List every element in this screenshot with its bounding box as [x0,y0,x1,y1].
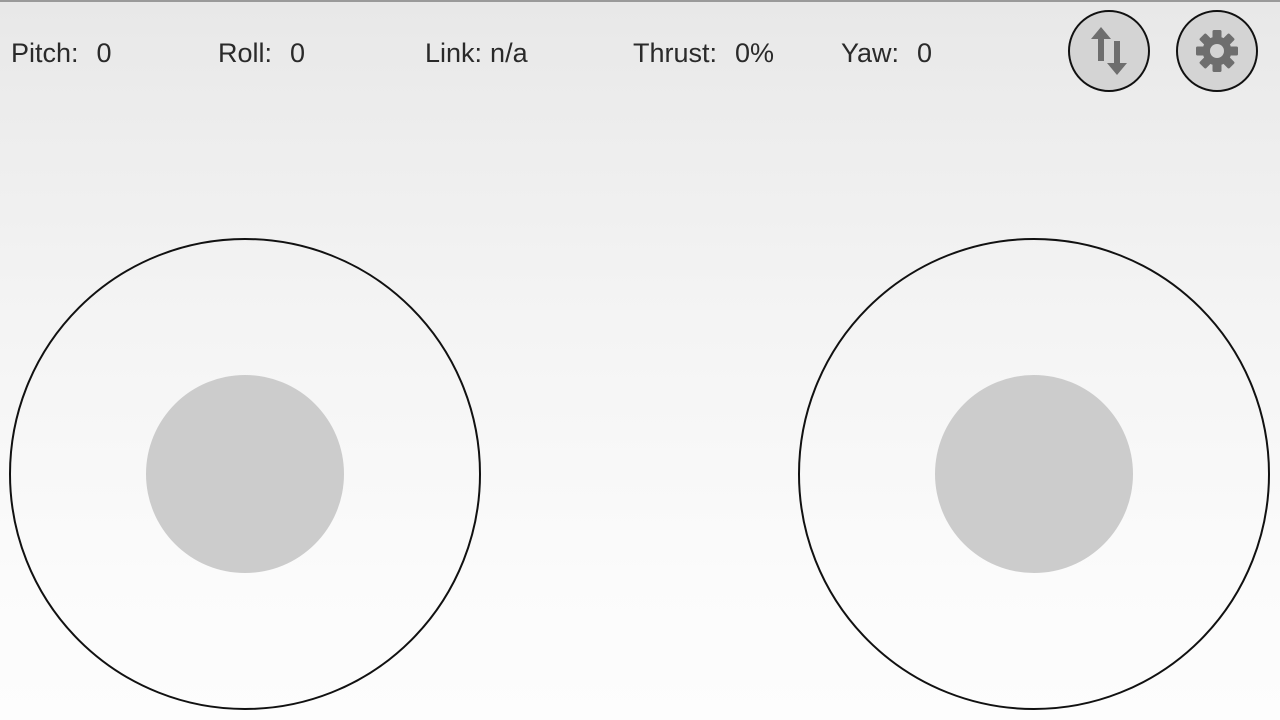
pitch-value: 0 [96,38,112,68]
connect-button[interactable] [1068,10,1150,92]
settings-button[interactable] [1176,10,1258,92]
yaw-readout: Yaw: 0 [841,36,932,70]
roll-label: Roll: [218,38,273,68]
swap-vertical-icon [1091,27,1127,75]
link-value: n/a [490,38,528,68]
left-joystick[interactable] [9,238,481,710]
pitch-label: Pitch: [11,38,79,68]
right-joystick-knob[interactable] [935,375,1133,573]
link-label: Link: [425,38,483,68]
top-divider [0,0,1280,2]
thrust-value: 0% [735,38,775,68]
yaw-label: Yaw: [841,38,900,68]
yaw-value: 0 [917,38,933,68]
link-readout: Link: n/a [425,36,528,70]
pitch-readout: Pitch: 0 [11,36,112,70]
thrust-readout: Thrust: 0% [633,36,774,70]
roll-readout: Roll: 0 [218,36,305,70]
thrust-label: Thrust: [633,38,718,68]
gear-icon [1196,30,1238,72]
right-joystick[interactable] [798,238,1270,710]
roll-value: 0 [290,38,306,68]
left-joystick-knob[interactable] [146,375,344,573]
